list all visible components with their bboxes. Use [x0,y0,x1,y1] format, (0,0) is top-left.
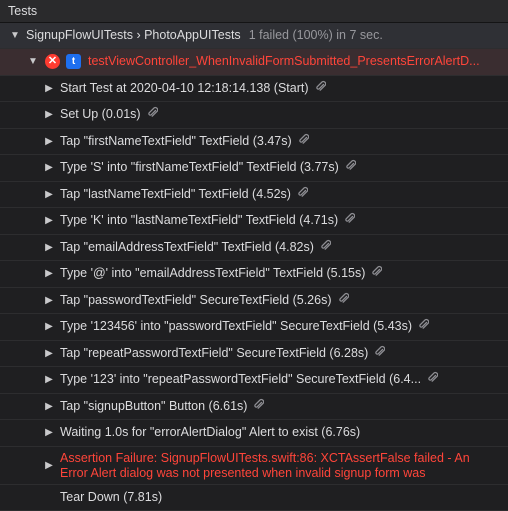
activity-label: Type '@' into "emailAddressTextField" Te… [60,266,365,280]
activity-label: Tap "emailAddressTextField" TextField (4… [60,240,314,254]
assertion-failure-row[interactable]: ▶ Assertion Failure: SignupFlowUITests.s… [0,447,508,485]
disclosure-closed-icon[interactable]: ▶ [44,394,54,420]
activity-row[interactable]: ▶ Waiting 1.0s for "errorAlertDialog" Ale… [0,420,508,447]
paperclip-icon[interactable] [427,372,438,386]
activity-label: Waiting 1.0s for "errorAlertDialog" Aler… [60,425,360,439]
activity-label: Tap "passwordTextField" SecureTextField … [60,293,332,307]
activity-label: Type 'S' into "firstNameTextField" TextF… [60,160,339,174]
disclosure-closed-icon[interactable]: ▶ [44,182,54,208]
disclosure-closed-icon[interactable]: ▶ [44,155,54,181]
activity-label: Type '123' into "repeatPasswordTextField… [60,372,421,386]
disclosure-closed-icon[interactable]: ▶ [44,235,54,261]
disclosure-closed-icon[interactable]: ▶ [44,76,54,102]
activity-row[interactable]: ▶ Set Up (0.01s) [0,102,508,129]
test-name: testViewController_WhenInvalidFormSubmit… [88,49,480,75]
activity-row[interactable]: ▶ Start Test at 2020-04-10 12:18:14.138 (… [0,76,508,103]
disclosure-closed-icon[interactable]: ▶ [44,420,54,446]
paperclip-icon[interactable] [374,346,385,360]
activity-label: Type 'K' into "lastNameTextField" TextFi… [60,213,338,227]
activity-label: Set Up (0.01s) [60,107,141,121]
suite-result: 1 failed (100%) in 7 sec. [249,28,383,42]
panel-title: Tests [0,0,508,23]
test-type-icon: t [66,54,81,69]
paperclip-icon[interactable] [253,399,264,413]
paperclip-icon[interactable] [315,81,326,95]
disclosure-closed-icon[interactable]: ▶ [44,367,54,393]
paperclip-icon[interactable] [338,293,349,307]
activity-label: Type '123456' into "passwordTextField" S… [60,319,412,333]
activity-row[interactable]: ▶ Type '@' into "emailAddressTextField" T… [0,261,508,288]
activity-label: Start Test at 2020-04-10 12:18:14.138 (S… [60,81,309,95]
activity-row[interactable]: ▶ Tap "emailAddressTextField" TextField (… [0,235,508,262]
activity-label: Tap "firstNameTextField" TextField (3.47… [60,134,292,148]
activity-row[interactable]: ▶ Type '123' into "repeatPasswordTextFiel… [0,367,508,394]
paperclip-icon[interactable] [371,266,382,280]
paperclip-icon[interactable] [344,213,355,227]
activity-row[interactable]: ▶ Type '123456' into "passwordTextField" … [0,314,508,341]
suite-name: SignupFlowUITests › PhotoAppUITests [26,28,241,42]
activity-row[interactable]: ▶ Tap "signupButton" Button (6.61s) [0,394,508,421]
activity-label: Tap "lastNameTextField" TextField (4.52s… [60,187,291,201]
disclosure-closed-icon[interactable]: ▶ [44,261,54,287]
activity-row[interactable]: ▶ Tap "firstNameTextField" TextField (3.4… [0,129,508,156]
activity-row[interactable]: ▶ Type 'S' into "firstNameTextField" Text… [0,155,508,182]
disclosure-closed-icon[interactable]: ▶ [44,129,54,155]
activity-label: Tap "repeatPasswordTextField" SecureText… [60,346,368,360]
failed-test-row[interactable]: ▼ ✕ t testViewController_WhenInvalidForm… [0,49,508,76]
teardown-label: Tear Down (7.81s) [60,485,162,511]
activity-row[interactable]: ▶ Tap "repeatPasswordTextField" SecureTex… [0,341,508,368]
disclosure-open-icon[interactable]: ▼ [10,23,20,48]
paperclip-icon[interactable] [418,319,429,333]
disclosure-closed-icon[interactable]: ▶ [44,208,54,234]
activity-list: ▶ Start Test at 2020-04-10 12:18:14.138 (… [0,76,508,447]
error-icon: ✕ [45,54,60,69]
test-suite-row[interactable]: ▼ SignupFlowUITests › PhotoAppUITests 1 f… [0,23,508,49]
disclosure-closed-icon[interactable]: ▶ [44,288,54,314]
teardown-row[interactable]: Tear Down (7.81s) [0,485,508,511]
paperclip-icon[interactable] [320,240,331,254]
activity-row[interactable]: ▶ Tap "passwordTextField" SecureTextField… [0,288,508,315]
failure-message: Assertion Failure: SignupFlowUITests.swi… [60,451,500,481]
paperclip-icon[interactable] [298,134,309,148]
disclosure-closed-icon[interactable]: ▶ [44,341,54,367]
disclosure-closed-icon[interactable]: ▶ [44,314,54,340]
activity-row[interactable]: ▶ Type 'K' into "lastNameTextField" TextF… [0,208,508,235]
disclosure-closed-icon[interactable]: ▶ [44,458,54,473]
paperclip-icon[interactable] [297,187,308,201]
disclosure-closed-icon[interactable]: ▶ [44,102,54,128]
paperclip-icon[interactable] [147,107,158,121]
disclosure-open-icon[interactable]: ▼ [28,49,38,75]
activity-label: Tap "signupButton" Button (6.61s) [60,399,247,413]
paperclip-icon[interactable] [345,160,356,174]
activity-row[interactable]: ▶ Tap "lastNameTextField" TextField (4.52… [0,182,508,209]
